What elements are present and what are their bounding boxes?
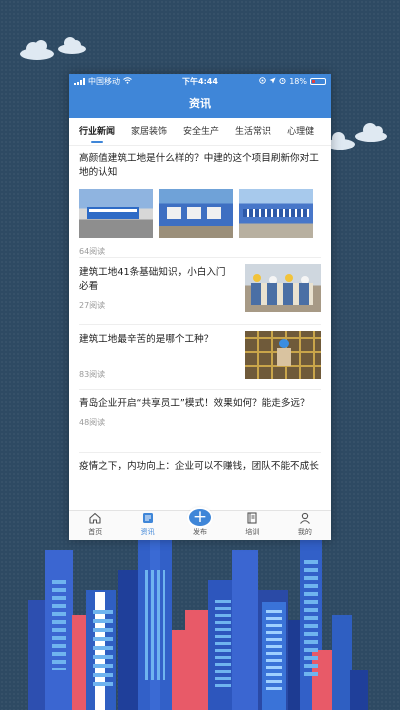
workers-photo	[245, 264, 321, 312]
article-title: 青岛企业开启“共享员工”模式！效果如何？能走多远？	[79, 398, 310, 409]
cloud-decoration	[355, 122, 387, 142]
article-item[interactable]: 疫情之下，内功向上：企业可以不赚钱，团队不能不成长	[79, 453, 321, 474]
article-title: 疫情之下，内功向上：企业可以不赚钱，团队不能不成长	[79, 461, 319, 472]
tabbar-label: 发布	[193, 528, 208, 536]
news-icon	[142, 513, 153, 523]
tabbar-label: 我的	[297, 528, 312, 536]
article-item[interactable]: 建筑工地41条基础知识，小白入门必看 27阅读	[79, 258, 321, 325]
tab-life-tips[interactable]: 生活常识	[235, 118, 271, 146]
nav-bar: 资讯	[69, 88, 331, 118]
tabbar-publish[interactable]: + 发布	[174, 509, 226, 540]
read-count: 64阅读	[79, 247, 106, 256]
article-feed: 高颜值建筑工地是什么样的？中建的这个项目刷新你对工地的认知 64阅读 建筑工地4…	[69, 146, 331, 474]
tabbar-label: 首页	[88, 528, 103, 536]
cloud-decoration	[58, 36, 86, 54]
city-skyline-illustration	[0, 520, 400, 710]
construction-site-photo	[239, 189, 313, 238]
tab-industry-news[interactable]: 行业新闻	[79, 118, 115, 146]
article-title: 高颜值建筑工地是什么样的？中建的这个项目刷新你对工地的认知	[79, 153, 319, 178]
tab-home-decoration[interactable]: 家居装饰	[131, 118, 167, 146]
read-count: 48阅读	[79, 418, 106, 427]
battery-icon	[310, 77, 326, 85]
article-title: 建筑工地41条基础知识，小白入门必看	[79, 267, 226, 292]
category-tabs: 行业新闻 家居装饰 安全生产 生活常识 心理健	[69, 118, 331, 146]
bottom-tab-bar: 首页 资讯 + 发布 培训 我的	[69, 509, 331, 540]
construction-site-photo	[159, 189, 233, 238]
cloud-decoration	[20, 40, 54, 60]
clock: 下午4:44	[182, 76, 218, 86]
article-item[interactable]: 高颜值建筑工地是什么样的？中建的这个项目刷新你对工地的认知 64阅读	[79, 146, 321, 258]
page-title: 资讯	[189, 97, 211, 110]
scaffold-worker-photo	[245, 331, 321, 379]
plus-icon: +	[189, 509, 212, 526]
tab-safety-production[interactable]: 安全生产	[183, 118, 219, 146]
tabbar-home[interactable]: 首页	[69, 511, 121, 540]
user-icon	[299, 512, 310, 524]
tabbar-training[interactable]: 培训	[226, 511, 278, 540]
tabbar-news[interactable]: 资讯	[121, 511, 173, 540]
book-icon	[247, 512, 257, 524]
article-item[interactable]: 建筑工地最辛苦的是哪个工种？ 83阅读	[79, 325, 321, 390]
tabbar-label: 资讯	[140, 528, 155, 536]
home-icon	[89, 512, 101, 524]
construction-site-photo	[79, 189, 153, 238]
article-item[interactable]: 青岛企业开启“共享员工”模式！效果如何？能走多远？ 48阅读	[79, 390, 321, 453]
read-count: 83阅读	[79, 370, 106, 379]
read-count: 27阅读	[79, 301, 106, 310]
status-bar: 中国移动 下午4:44 18%	[69, 74, 331, 88]
phone-screen: 中国移动 下午4:44 18% 资讯 行业新闻 家居装饰 安全生产 生活常识 心…	[69, 74, 331, 540]
article-title: 建筑工地最辛苦的是哪个工种？	[79, 334, 214, 345]
tabbar-label: 培训	[245, 528, 260, 536]
tab-mental-health[interactable]: 心理健	[287, 118, 314, 146]
tabbar-profile[interactable]: 我的	[279, 511, 331, 540]
